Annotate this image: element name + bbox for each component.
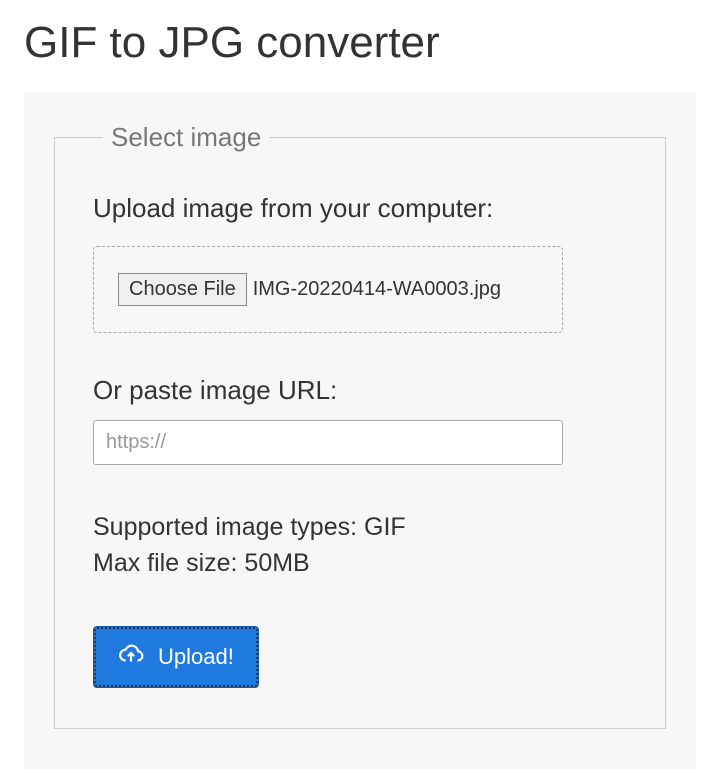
fieldset-legend: Select image [103, 122, 269, 153]
max-file-size-text: Max file size: 50MB [93, 545, 627, 581]
cloud-upload-icon [118, 641, 144, 673]
page-title: GIF to JPG converter [0, 0, 720, 92]
select-image-fieldset: Select image Upload image from your comp… [54, 122, 666, 729]
upload-panel: Select image Upload image from your comp… [24, 92, 696, 769]
upload-button[interactable]: Upload! [93, 626, 259, 688]
supported-types-text: Supported image types: GIF [93, 509, 627, 545]
chosen-filename: IMG-20220414-WA0003.jpg [253, 278, 501, 301]
paste-url-label: Or paste image URL: [93, 375, 627, 406]
upload-from-computer-label: Upload image from your computer: [93, 193, 627, 224]
upload-button-label: Upload! [158, 644, 234, 670]
file-input-row: Choose File IMG-20220414-WA0003.jpg [118, 273, 538, 306]
choose-file-button[interactable]: Choose File [118, 273, 247, 306]
file-drop-zone[interactable]: Choose File IMG-20220414-WA0003.jpg [93, 246, 563, 333]
image-url-input[interactable] [93, 420, 563, 465]
